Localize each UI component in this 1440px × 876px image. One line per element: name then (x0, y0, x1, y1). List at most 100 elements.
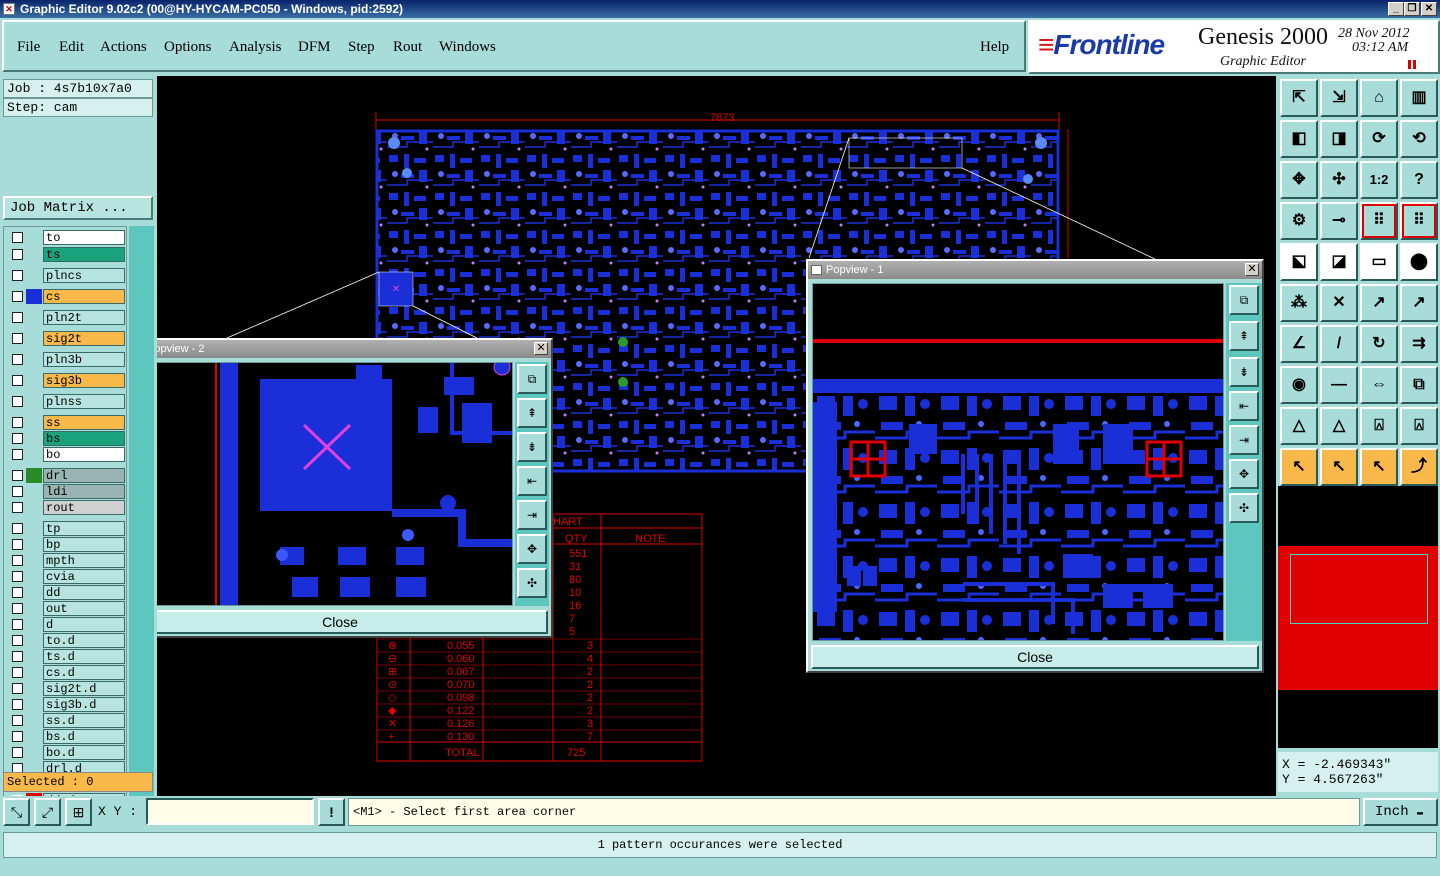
layer-row-mpth[interactable]: mpth (6, 553, 126, 568)
popview-1-tool-up[interactable]: ⇞ (1229, 321, 1259, 351)
tool-button-r9-c1[interactable]: ↖ (1320, 448, 1358, 486)
tool-button-r7-c1[interactable]: — (1320, 366, 1358, 404)
popview-1-tool-zoom-out[interactable]: ✥ (1229, 459, 1259, 489)
tool-button-r5-c2[interactable]: ↗ (1360, 284, 1398, 322)
layer-row-ss-d[interactable]: ss.d (6, 713, 126, 728)
layer-checkbox[interactable] (12, 747, 23, 758)
layer-row-bo[interactable]: bo (6, 447, 126, 462)
tool-button-r7-c0[interactable]: ◉ (1280, 366, 1318, 404)
grid-icon[interactable]: ⊞ (65, 798, 92, 826)
layer-row-bp[interactable]: bp (6, 537, 126, 552)
tool-button-r3-c1[interactable]: ⊸ (1320, 202, 1358, 240)
tool-button-r8-c0[interactable]: △ (1280, 407, 1318, 445)
pause-icon[interactable] (1408, 60, 1416, 69)
alert-button[interactable]: ! (318, 798, 345, 826)
tool-button-r8-c1[interactable]: △ (1320, 407, 1358, 445)
menu-step[interactable]: Step (348, 39, 375, 56)
popview-1-tool-left[interactable]: ⇤ (1229, 391, 1259, 421)
layer-checkbox[interactable] (12, 291, 23, 302)
tool-button-r5-c0[interactable]: ⁂ (1280, 284, 1318, 322)
tool-button-r1-c0[interactable]: ◧ (1280, 120, 1318, 158)
tool-button-r3-c0[interactable]: ⚙ (1280, 202, 1318, 240)
layer-row-ss[interactable]: ss (6, 415, 126, 430)
tool-button-r2-c3[interactable]: ? (1400, 161, 1438, 199)
layer-row-ldi[interactable]: ldi (6, 484, 126, 499)
layer-checkbox[interactable] (12, 667, 23, 678)
overview-map[interactable] (1278, 486, 1438, 748)
menu-file[interactable]: File (17, 39, 40, 56)
tool-button-r6-c2[interactable]: ↻ (1360, 325, 1398, 363)
layer-checkbox[interactable] (12, 587, 23, 598)
layer-checkbox[interactable] (12, 715, 23, 726)
tool-button-r4-c3[interactable]: ⬤ (1400, 243, 1438, 281)
layer-checkbox[interactable] (12, 375, 23, 386)
tool-button-r3-c2[interactable]: ⠿ (1360, 202, 1398, 240)
layer-checkbox[interactable] (12, 571, 23, 582)
tool-button-r1-c3[interactable]: ⟲ (1400, 120, 1438, 158)
layer-checkbox[interactable] (12, 270, 23, 281)
layer-checkbox[interactable] (12, 619, 23, 630)
popview-1-canvas[interactable] (812, 283, 1224, 641)
layer-row-plncs[interactable]: plncs (6, 268, 126, 283)
tool-button-r1-c1[interactable]: ◨ (1320, 120, 1358, 158)
popview-2-tool-down[interactable]: ⇟ (517, 432, 547, 462)
measure-icon[interactable]: ⤢ (34, 798, 61, 826)
layer-checkbox[interactable] (12, 354, 23, 365)
layer-checkbox[interactable] (12, 635, 23, 646)
tool-button-r6-c1[interactable]: / (1320, 325, 1358, 363)
popview-2-tool-left[interactable]: ⇤ (517, 466, 547, 496)
layer-list-scrollbar[interactable] (129, 226, 154, 828)
popview-1-close-icon[interactable]: ✕ (1245, 263, 1259, 276)
layer-row-pln2t[interactable]: pln2t (6, 310, 126, 325)
tool-button-r9-c0[interactable]: ↖ (1280, 448, 1318, 486)
layer-checkbox[interactable] (12, 731, 23, 742)
tool-button-r8-c3[interactable]: ⍓ (1400, 407, 1438, 445)
overview-viewport[interactable] (1290, 554, 1428, 624)
layer-row-to-d[interactable]: to.d (6, 633, 126, 648)
layer-checkbox[interactable] (12, 232, 23, 243)
layer-row-tp[interactable]: tp (6, 521, 126, 536)
layer-checkbox[interactable] (12, 523, 23, 534)
popview-2-tool-zoom-in[interactable]: ✣ (517, 568, 547, 598)
menu-analysis[interactable]: Analysis (229, 39, 282, 56)
tool-button-r4-c1[interactable]: ◪ (1320, 243, 1358, 281)
layer-checkbox[interactable] (12, 555, 23, 566)
popview-2-close-icon[interactable]: ✕ (534, 342, 548, 355)
layer-checkbox[interactable] (12, 539, 23, 550)
layer-checkbox[interactable] (12, 417, 23, 428)
job-matrix-button[interactable]: Job Matrix ... (3, 196, 153, 220)
tool-button-r5-c1[interactable]: ✕ (1320, 284, 1358, 322)
layer-checkbox[interactable] (12, 396, 23, 407)
window-close-button[interactable]: ✕ (1421, 2, 1437, 16)
minimize-button[interactable]: _ (1388, 2, 1404, 16)
layer-row-plnss[interactable]: plnss (6, 394, 126, 409)
layer-checkbox[interactable] (12, 433, 23, 444)
tool-button-r8-c2[interactable]: ⍓ (1360, 407, 1398, 445)
layer-row-ts[interactable]: ts (6, 247, 126, 262)
popview-2-close-button[interactable]: Close (157, 610, 548, 634)
menu-edit[interactable]: Edit (59, 39, 84, 56)
popview-2-tool-copy[interactable]: ⧉ (517, 364, 547, 394)
layer-row-bs[interactable]: bs (6, 431, 126, 446)
layer-checkbox[interactable] (12, 470, 23, 481)
popview-1-close-button[interactable]: Close (811, 645, 1259, 669)
layer-row-cs-d[interactable]: cs.d (6, 665, 126, 680)
layer-row-bs-d[interactable]: bs.d (6, 729, 126, 744)
tool-button-r4-c2[interactable]: ▭ (1360, 243, 1398, 281)
layer-row-rout[interactable]: rout (6, 500, 126, 515)
menu-rout[interactable]: Rout (393, 39, 422, 56)
layer-row-pln3b[interactable]: pln3b (6, 352, 126, 367)
tool-button-r4-c0[interactable]: ⬕ (1280, 243, 1318, 281)
tool-button-r2-c1[interactable]: ✣ (1320, 161, 1358, 199)
popview-1-tool-zoom-in[interactable]: ✣ (1229, 493, 1259, 523)
tool-button-r6-c3[interactable]: ⇉ (1400, 325, 1438, 363)
layer-row-out[interactable]: out (6, 601, 126, 616)
tool-button-r0-c0[interactable]: ⇱ (1280, 79, 1318, 117)
tool-button-r2-c2[interactable]: 1:2 (1360, 161, 1398, 199)
layer-checkbox[interactable] (12, 249, 23, 260)
layer-checkbox[interactable] (12, 502, 23, 513)
popview-1-tool-copy[interactable]: ⧉ (1229, 285, 1259, 315)
tool-button-r2-c0[interactable]: ✥ (1280, 161, 1318, 199)
layer-checkbox[interactable] (12, 333, 23, 344)
menu-actions[interactable]: Actions (100, 39, 147, 56)
